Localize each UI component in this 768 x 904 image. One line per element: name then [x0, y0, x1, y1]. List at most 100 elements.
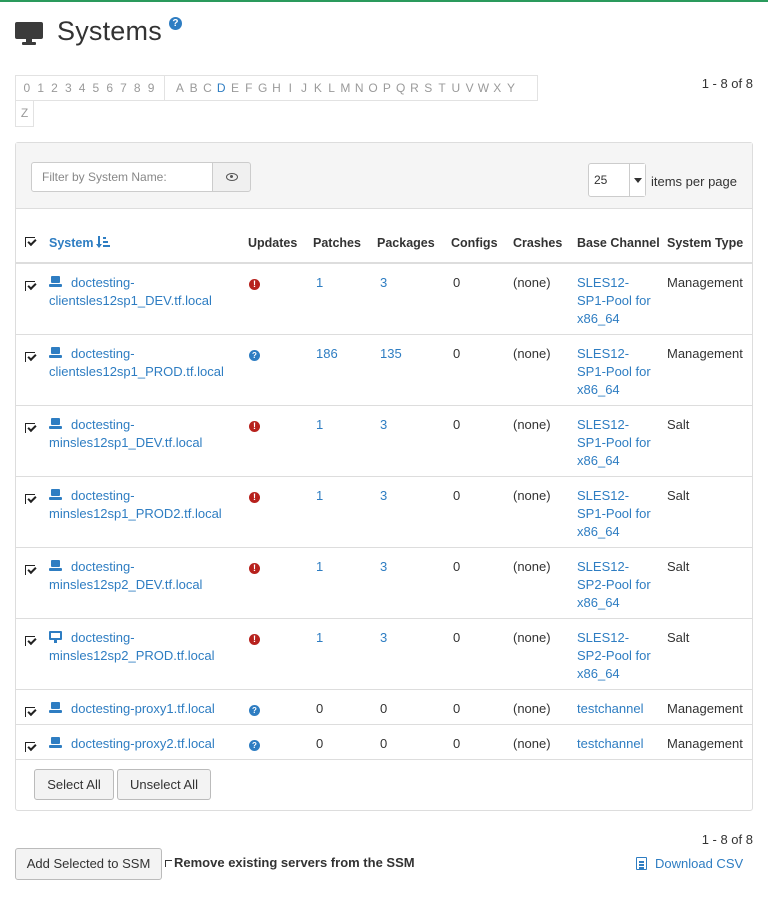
packages-link[interactable]: 3 — [380, 559, 387, 574]
alphabar-digit-9: 9 — [147, 81, 155, 95]
select-all-button[interactable]: Select All — [34, 769, 114, 800]
critical-updates-icon[interactable]: ! — [249, 633, 260, 645]
monitor-icon — [15, 19, 43, 45]
column-header-crashes: Crashes — [513, 236, 563, 250]
column-header-system-type: System Type — [667, 236, 744, 250]
alphabar-letter-O: O — [368, 81, 378, 95]
alphabar-letter-D[interactable]: D — [214, 81, 228, 95]
download-csv-link[interactable]: Download CSV — [636, 856, 743, 871]
remove-existing-label: Remove existing servers from the SSM — [174, 855, 415, 870]
alphabar-letter-R: R — [410, 81, 419, 95]
table-row: doctesting-minsles12sp2_PROD.tf.local! 1 3… — [16, 618, 753, 689]
systems-panel: Filter by System Name: 25 items per page… — [15, 142, 753, 811]
page-header: Systems ? — [15, 16, 182, 47]
system-name-link[interactable]: doctesting-minsles12sp2_DEV.tf.local — [49, 559, 202, 592]
crashes-value: (none) — [513, 416, 551, 432]
items-per-page-select[interactable]: 25 — [588, 163, 646, 197]
eye-icon — [225, 173, 238, 181]
packages-link[interactable]: 135 — [380, 346, 402, 361]
patches-link[interactable]: 1 — [316, 488, 323, 503]
packages-value: 0 — [380, 735, 388, 751]
row-checkbox[interactable] — [25, 635, 35, 646]
unknown-status-icon[interactable]: ? — [249, 349, 260, 361]
row-checkbox[interactable] — [25, 422, 35, 433]
channel-link[interactable]: SLES12-SP1-Pool for x86_64 — [577, 488, 651, 539]
critical-updates-icon[interactable]: ! — [249, 279, 260, 290]
configs-value: 0 — [453, 629, 461, 645]
patches-value: 0 — [316, 700, 324, 716]
system-name-link[interactable]: doctesting-minsles12sp1_DEV.tf.local — [49, 417, 202, 450]
table-row: doctesting-minsles12sp2_DEV.tf.local! 1 3 0… — [16, 547, 753, 618]
row-checkbox[interactable] — [25, 706, 35, 717]
channel-link[interactable]: SLES12-SP1-Pool for x86_64 — [577, 417, 651, 468]
server-icon — [49, 488, 62, 501]
chevron-down-icon — [629, 164, 645, 196]
system-name-link[interactable]: doctesting-minsles12sp2_PROD.tf.local — [49, 630, 214, 663]
column-header-patches: Patches — [313, 236, 361, 250]
table-header-row: System Updates Patches Packages Configs … — [16, 209, 753, 263]
alphabar-digit-1: 1 — [37, 81, 45, 95]
add-to-ssm-button[interactable]: Add Selected to SSM — [15, 848, 162, 880]
crashes-value: (none) — [513, 735, 551, 751]
remove-existing-option[interactable]: Remove existing servers from the SSM — [165, 855, 415, 870]
server-icon — [49, 276, 62, 288]
row-checkbox[interactable] — [25, 281, 35, 291]
critical-updates-icon[interactable]: ! — [249, 562, 260, 574]
channel-link[interactable]: SLES12-SP2-Pool for x86_64 — [577, 630, 651, 681]
row-checkbox[interactable] — [25, 741, 35, 752]
configs-value: 0 — [453, 700, 461, 716]
patches-link[interactable]: 1 — [316, 417, 323, 432]
channel-link[interactable]: SLES12-SP1-Pool for x86_64 — [577, 275, 651, 326]
select-all-checkbox[interactable] — [25, 237, 35, 247]
type-value: Management — [667, 275, 743, 290]
row-checkbox[interactable] — [25, 564, 35, 575]
channel-link[interactable]: SLES12-SP2-Pool for x86_64 — [577, 559, 651, 610]
packages-link[interactable]: 3 — [380, 417, 387, 432]
sort-ascending-icon — [96, 236, 111, 248]
filter-toggle-button[interactable] — [212, 162, 251, 192]
unknown-status-icon[interactable]: ? — [249, 739, 260, 751]
critical-updates-icon[interactable]: ! — [249, 420, 260, 432]
alphabar-digit-5: 5 — [92, 81, 100, 95]
alphabar-letter-V: V — [465, 81, 474, 95]
patches-link[interactable]: 186 — [316, 346, 338, 361]
alphabar-digit-2: 2 — [51, 81, 58, 95]
system-name-link[interactable]: doctesting-minsles12sp1_PROD2.tf.local — [49, 488, 222, 521]
system-name-link[interactable]: doctesting-proxy1.tf.local — [71, 701, 215, 716]
alphabar-letter-A: A — [175, 81, 184, 95]
unknown-status-icon[interactable]: ? — [249, 704, 260, 716]
system-name-link[interactable]: doctesting-proxy2.tf.local — [71, 736, 215, 751]
alphabar-letter-N: N — [354, 81, 364, 95]
unselect-all-button[interactable]: Unselect All — [117, 769, 211, 800]
filter-input[interactable]: Filter by System Name: — [31, 162, 213, 192]
alphabar-digit-0: 0 — [23, 81, 31, 95]
alphabar-letter-L: L — [328, 81, 335, 95]
table-row: doctesting-proxy1.tf.local? 0 0 0 (none) test… — [16, 689, 753, 724]
packages-link[interactable]: 3 — [380, 275, 387, 290]
help-icon[interactable]: ? — [168, 17, 182, 30]
panel-toolbar: Filter by System Name: 25 items per page — [16, 143, 752, 209]
column-header-base-channel: Base Channel — [577, 236, 660, 250]
row-checkbox[interactable] — [25, 493, 35, 504]
patches-link[interactable]: 1 — [316, 559, 323, 574]
packages-link[interactable]: 3 — [380, 488, 387, 503]
channel-link[interactable]: SLES12-SP1-Pool for x86_64 — [577, 346, 651, 397]
packages-link[interactable]: 3 — [380, 630, 387, 645]
row-checkbox[interactable] — [25, 351, 35, 362]
patches-link[interactable]: 1 — [316, 275, 323, 290]
channel-link[interactable]: testchannel — [577, 701, 644, 716]
column-header-system[interactable]: System — [49, 236, 111, 250]
alphabar-letter-Q: Q — [395, 81, 406, 95]
packages-value: 0 — [380, 700, 388, 716]
server-icon — [49, 346, 62, 359]
critical-updates-icon[interactable]: ! — [249, 491, 260, 503]
server-icon — [49, 701, 62, 714]
channel-link[interactable]: testchannel — [577, 736, 644, 751]
system-name-link[interactable]: doctesting-clientsles12sp1_PROD.tf.local — [49, 346, 224, 379]
system-name-link[interactable]: doctesting-clientsles12sp1_DEV.tf.local — [49, 275, 212, 308]
alphabar-letter-C: C — [203, 81, 212, 95]
patches-link[interactable]: 1 — [316, 630, 323, 645]
type-value: Salt — [667, 487, 690, 503]
table-row: doctesting-clientsles12sp1_DEV.tf.local!… — [16, 263, 753, 334]
remove-existing-checkbox[interactable] — [165, 860, 172, 867]
